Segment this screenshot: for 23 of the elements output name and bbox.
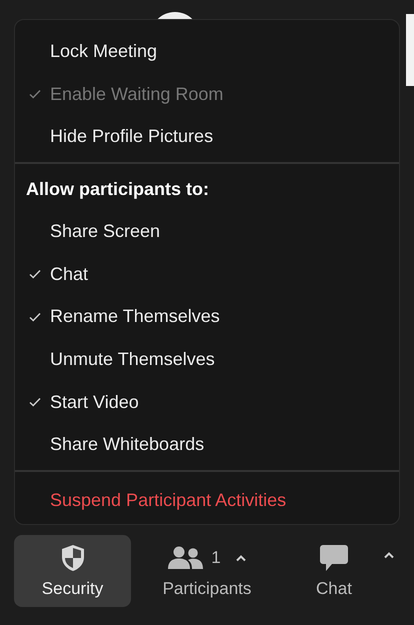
checkmark-icon: [29, 312, 41, 322]
people-icon: [167, 546, 206, 570]
menu-item[interactable]: Chat: [15, 252, 399, 296]
section-heading: Allow participants to:: [25, 178, 210, 201]
menu-item[interactable]: Unmute Themselves: [15, 338, 399, 381]
menu-item[interactable]: Rename Themselves: [15, 295, 399, 338]
caret-icon[interactable]: [234, 554, 247, 562]
menu-item[interactable]: Start Video: [15, 380, 399, 424]
side-panel-edge: [406, 14, 414, 86]
shield-icon: [60, 544, 84, 572]
caret-icon[interactable]: [383, 551, 395, 560]
menu-item[interactable]: Hide Profile Pictures: [15, 115, 399, 158]
participant-count: 1: [211, 548, 221, 568]
speech-bubble-icon: [319, 544, 349, 572]
toolbar-button[interactable]: 1 Participants: [131, 535, 283, 608]
toolbar-button[interactable]: Chat: [289, 535, 379, 608]
menu-item[interactable]: Share Screen: [15, 210, 399, 253]
menu-item[interactable]: Share Whiteboards: [15, 424, 399, 466]
checkmark-icon: [29, 397, 41, 408]
toolbar-button[interactable]: Security: [14, 535, 131, 608]
menu-item[interactable]: Suspend Participant Activities: [15, 476, 399, 524]
checkmark-icon: [29, 269, 41, 280]
checkmark-icon: [29, 89, 41, 100]
